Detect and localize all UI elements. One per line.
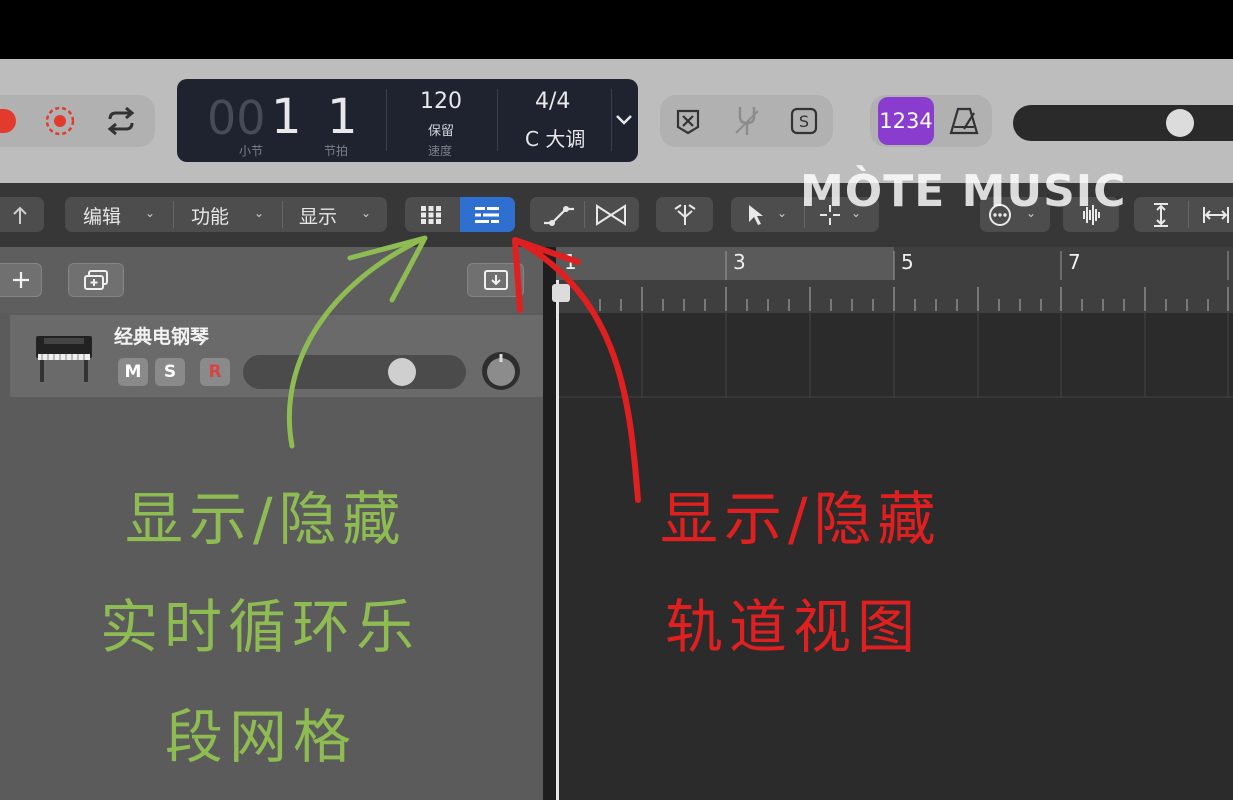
green-annotation-line-2: 实时循环乐 (100, 593, 421, 661)
green-annotation-line-3: 段网格 (165, 703, 358, 771)
green-annotation-line-1: 显示/隐藏 (125, 485, 407, 553)
red-annotation-line-1: 显示/隐藏 (660, 485, 942, 553)
red-annotation-line-2: 轨道视图 (665, 593, 922, 661)
annotation-arrows (286, 235, 641, 503)
